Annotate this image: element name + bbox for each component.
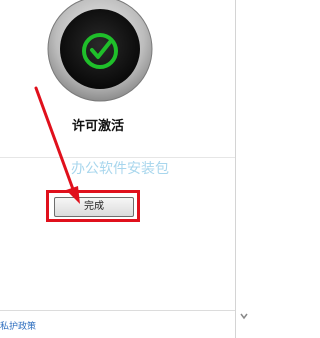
activation-dialog: 许可激活 办公软件安装包 完成 私护政策 bbox=[0, 0, 251, 338]
footer-divider bbox=[0, 310, 235, 311]
check-circle-icon bbox=[47, 0, 153, 102]
chevron-down-icon[interactable] bbox=[238, 310, 250, 322]
done-button[interactable]: 完成 bbox=[54, 197, 134, 217]
privacy-policy-link[interactable]: 私护政策 bbox=[0, 319, 36, 332]
watermark-text: 办公软件安装包 bbox=[71, 161, 169, 177]
activation-title: 许可激活 bbox=[72, 118, 125, 133]
panel-border bbox=[235, 0, 236, 338]
